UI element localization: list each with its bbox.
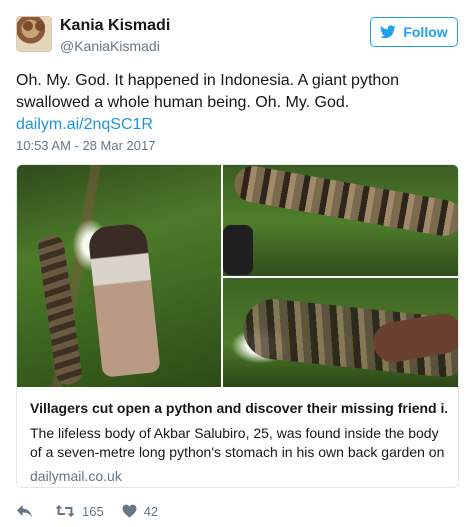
card-body: Villagers cut open a python and discover… xyxy=(17,387,458,486)
photo-python-night[interactable] xyxy=(223,278,458,387)
card-photos[interactable] xyxy=(17,165,458,387)
tweet-link[interactable]: dailym.ai/2nqSC1R xyxy=(16,114,153,136)
like-button[interactable]: 42 xyxy=(122,504,158,519)
user-handle[interactable]: @KaniaKismadi xyxy=(60,38,160,54)
reply-icon xyxy=(17,505,32,517)
retweet-button[interactable]: 165 xyxy=(55,504,104,519)
tweet-timestamp[interactable]: 10:53 AM - 28 Mar 2017 xyxy=(16,138,155,153)
avatar[interactable] xyxy=(16,16,52,52)
retweet-count: 165 xyxy=(82,503,104,519)
photo-python-grass[interactable] xyxy=(223,165,458,276)
follow-button[interactable]: Follow xyxy=(370,17,458,47)
heart-icon xyxy=(122,504,137,518)
reply-button[interactable] xyxy=(16,504,33,518)
tweet-text: Oh. My. God. It happened in Indonesia. A… xyxy=(16,72,400,111)
tweet-actions: 165 42 xyxy=(16,501,158,521)
follow-button-label: Follow xyxy=(403,24,448,40)
card-title[interactable]: Villagers cut open a python and discover… xyxy=(30,399,447,418)
photo-python-body[interactable] xyxy=(17,165,221,387)
retweet-icon xyxy=(55,505,75,517)
twitter-bird-icon xyxy=(380,25,397,39)
card-domain: dailymail.co.uk xyxy=(30,468,122,484)
link-card[interactable]: Villagers cut open a python and discover… xyxy=(16,164,459,488)
card-description: The lifeless body of Akbar Salubiro, 25,… xyxy=(30,425,445,460)
like-count: 42 xyxy=(143,503,159,519)
user-name[interactable]: Kania Kismadi xyxy=(60,17,170,35)
